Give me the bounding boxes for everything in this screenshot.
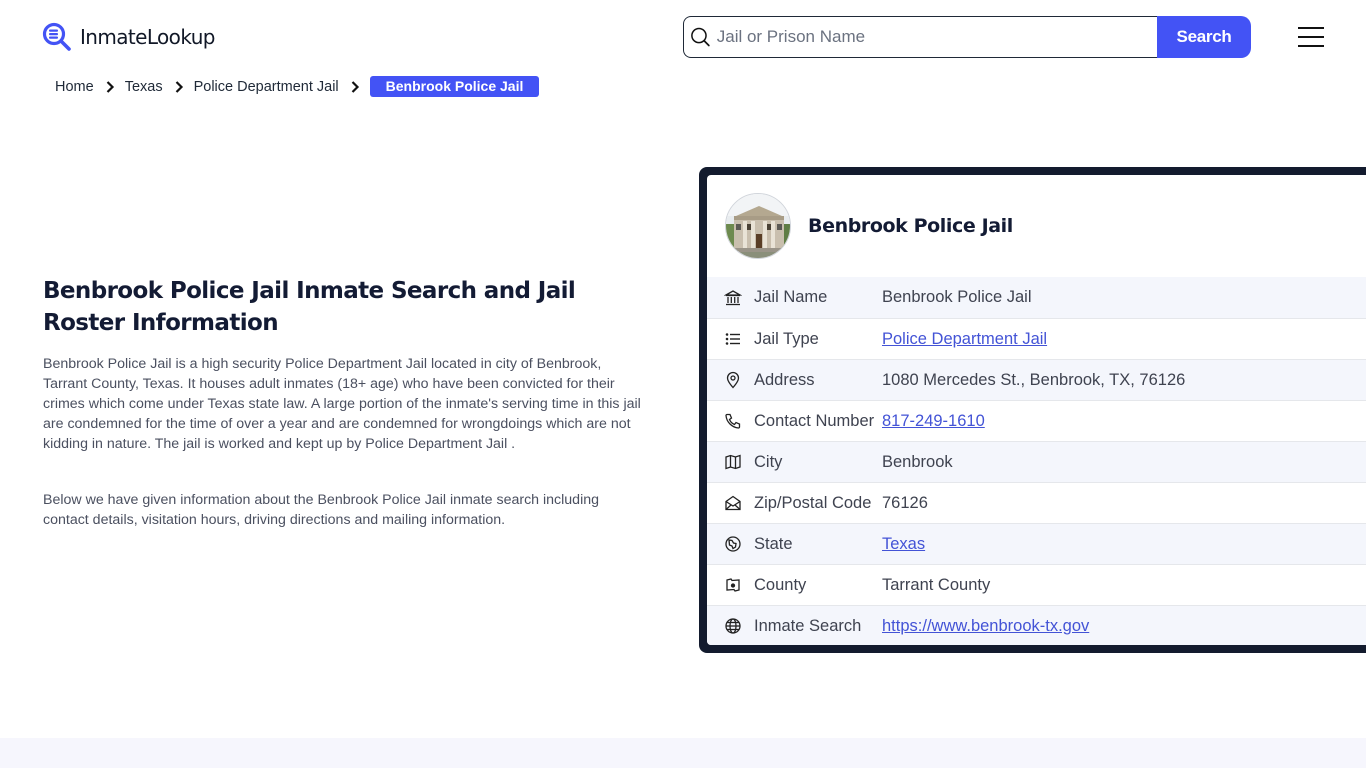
detail-label: Zip/Postal Code: [754, 493, 872, 512]
detail-value: Benbrook: [882, 452, 953, 471]
intro-paragraph: Benbrook Police Jail is a high security …: [43, 356, 641, 452]
search-box: [683, 16, 1157, 58]
card-title: Benbrook Police Jail: [808, 215, 1013, 237]
search-icon: [691, 27, 710, 47]
detail-row-jail-name: Jail Name Benbrook Police Jail: [707, 277, 1366, 318]
jail-type-link[interactable]: Police Department Jail: [882, 330, 1047, 349]
phone-icon: [725, 413, 741, 429]
list-icon: [725, 333, 740, 345]
chevron-right-icon: [175, 80, 183, 93]
detail-row-zip: Zip/Postal Code 76126: [707, 482, 1366, 523]
magnifier-document-icon: [42, 22, 71, 51]
breadcrumb-police-department-jail[interactable]: Police Department Jail: [194, 79, 339, 95]
menu-bar: [1298, 36, 1324, 38]
jail-info-card-body: Benbrook Police Jail Jail Name Benbrook …: [707, 175, 1366, 645]
logo-text: InmateLookup: [80, 25, 215, 49]
detail-value: 76126: [882, 493, 928, 512]
logo-link[interactable]: InmateLookup: [42, 22, 215, 52]
jail-info-card: Benbrook Police Jail Jail Name Benbrook …: [699, 167, 1366, 653]
building-photo: [726, 194, 790, 258]
search-button[interactable]: Search: [1157, 16, 1251, 58]
detail-label: Jail Name: [754, 288, 828, 306]
menu-bar: [1298, 45, 1324, 47]
detail-row-state: State Texas: [707, 523, 1366, 564]
building-columns-icon: [724, 289, 742, 305]
breadcrumb: Home Texas Police Department Jail Benbro…: [55, 76, 540, 97]
detail-label: Address: [754, 370, 815, 389]
detail-row-address: Address 1080 Mercedes St., Benbrook, TX,…: [707, 359, 1366, 400]
detail-row-jail-type: Jail Type Police Department Jail: [707, 318, 1366, 359]
map-pin-icon: [726, 371, 740, 389]
jail-photo-avatar: [725, 193, 791, 259]
footer-band: [0, 738, 1366, 768]
hamburger-menu-icon[interactable]: [1298, 27, 1324, 47]
breadcrumb-home[interactable]: Home: [55, 79, 94, 95]
detail-label: Inmate Search: [754, 616, 862, 635]
detail-row-inmate-search: Inmate Search https://www.benbrook-tx.go…: [707, 605, 1366, 645]
search-input[interactable]: [716, 27, 1157, 47]
chevron-right-icon: [106, 80, 114, 93]
detail-row-county: County Tarrant County: [707, 564, 1366, 605]
detail-row-city: City Benbrook: [707, 441, 1366, 482]
breadcrumb-texas[interactable]: Texas: [125, 79, 163, 95]
globe-region-icon: [725, 536, 741, 552]
card-header: Benbrook Police Jail: [707, 175, 1366, 277]
detail-label: Contact Number: [754, 411, 875, 430]
detail-value: 1080 Mercedes St., Benbrook, TX, 76126: [882, 370, 1186, 389]
detail-label: County: [754, 575, 807, 594]
detail-value: Benbrook Police Jail: [882, 288, 1032, 306]
info-paragraph: Below we have given information about th…: [43, 492, 600, 528]
detail-row-contact-number: Contact Number 817-249-1610: [707, 400, 1366, 441]
county-map-icon: [726, 578, 740, 592]
state-link[interactable]: Texas: [882, 535, 925, 554]
page-title: Benbrook Police Jail Inmate Search and J…: [43, 278, 576, 336]
detail-label: State: [754, 534, 793, 553]
phone-link[interactable]: 817-249-1610: [882, 412, 985, 431]
chevron-right-icon: [351, 80, 359, 93]
globe-icon: [725, 618, 741, 634]
mail-open-icon: [725, 495, 741, 511]
detail-label: City: [754, 452, 783, 471]
inmate-search-link[interactable]: https://www.benbrook-tx.gov: [882, 617, 1089, 636]
detail-label: Jail Type: [754, 329, 819, 348]
search-form: Search: [683, 16, 1251, 58]
jail-details-table: Jail Name Benbrook Police Jail Jail Type…: [707, 277, 1366, 645]
map-icon: [725, 454, 741, 470]
menu-bar: [1298, 27, 1324, 29]
breadcrumb-current: Benbrook Police Jail: [369, 76, 540, 97]
detail-value: Tarrant County: [882, 575, 991, 594]
